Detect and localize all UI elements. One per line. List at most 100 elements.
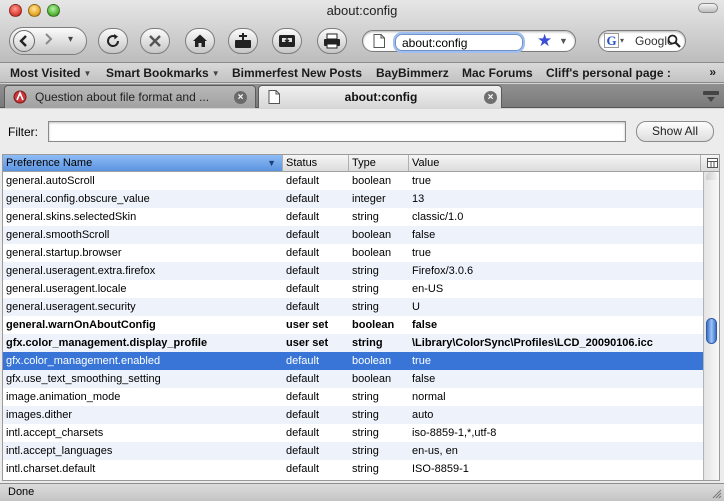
cell-preference-name: intl.accept_charsets [6,427,104,439]
cell-status: default [286,247,320,259]
table-row[interactable]: general.autoScroll default boolean true [3,172,705,190]
bookmark-star-icon[interactable]: ★ [537,31,552,51]
column-header-value[interactable]: Value [409,155,701,171]
column-header-label: Preference Name [6,157,93,169]
cell-value: ISO-8859-1 [412,463,469,475]
stop-button[interactable] [140,28,170,54]
close-tab-icon[interactable]: × [234,91,247,104]
table-row[interactable]: general.skins.selectedSkin default string c… [3,208,705,226]
table-row[interactable]: intl.charset.default default string ISO-885… [3,460,705,478]
column-picker-icon [706,158,718,168]
toolbar-toggle-button[interactable] [698,3,718,13]
home-icon [193,34,207,47]
preferences-table: Preference Name ▼ Status Type Value gene… [2,154,720,481]
table-row[interactable]: images.dither default string auto [3,406,705,424]
cell-value: false [412,319,438,331]
tab-question-about-file-format[interactable]: Question about file format and ... × [4,85,256,108]
table-row[interactable]: general.startup.browser default boolean tru… [3,244,705,262]
status-bar: Done [0,483,724,501]
cell-value: Firefox/3.0.6 [412,265,474,277]
cell-status: user set [286,337,329,349]
table-row[interactable]: gfx.color_management.enabled default boole… [3,352,705,370]
resize-grip-icon[interactable] [711,488,722,499]
vertical-scrollbar[interactable] [703,172,719,480]
new-tab-toolbar-button[interactable] [228,28,258,54]
cell-type: boolean [352,175,392,187]
cell-type: string [352,427,379,439]
scrollbar-thumb[interactable] [706,318,717,344]
cell-value: \Library\ColorSync\Profiles\LCD_20090106… [412,337,653,349]
tray-icon [279,35,295,47]
chevron-down-icon: ▼ [83,69,92,78]
column-picker-button[interactable] [703,155,719,171]
table-row[interactable]: gfx.color_management.display_profile user… [3,334,705,352]
table-row[interactable]: general.config.obscure_value default integ… [3,190,705,208]
cell-value: false [412,229,436,241]
cell-value: 13 [412,193,425,205]
cell-status: default [286,445,320,457]
url-input[interactable]: about:config [395,34,523,51]
search-engine-dropdown[interactable]: ▾ [620,36,624,45]
cell-status: default [286,211,320,223]
table-row[interactable]: intl.accept_languages default string en-us,… [3,442,705,460]
bookmark-mac-forums[interactable]: Mac Forums [462,66,533,80]
reload-button[interactable] [98,28,128,54]
bookmark-label: Most Visited [10,66,81,80]
bookmark-cliffs-page[interactable]: Cliff's personal page : [546,66,671,80]
show-all-button[interactable]: Show All [636,121,714,142]
column-header-status[interactable]: Status [283,155,349,171]
cell-type: boolean [352,247,392,259]
back-button[interactable] [13,30,35,52]
bookmark-smart-bookmarks[interactable]: Smart Bookmarks ▼ [106,66,220,80]
scrollbar-top-cap [706,172,717,180]
history-dropdown-button[interactable]: ▾ [68,34,73,45]
table-row[interactable]: general.useragent.locale default string en-… [3,280,705,298]
reload-icon [107,34,120,47]
save-page-button[interactable] [272,28,302,54]
list-all-tabs-icon[interactable] [702,89,720,103]
column-header-preference-name[interactable]: Preference Name ▼ [3,155,283,171]
bookmark-baybimmerz[interactable]: BayBimmerz [376,66,449,80]
cell-value: true [412,247,431,259]
cell-value: false [412,373,436,385]
add-bookmark-icon [235,33,251,48]
cell-value: en-us, en [412,445,458,457]
table-row[interactable]: image.animation_mode default string normal [3,388,705,406]
table-row[interactable]: general.warnOnAboutConfig user set boolean… [3,316,705,334]
url-bar[interactable]: about:config ★ ▼ [362,30,576,52]
cell-type: string [352,301,379,313]
close-tab-icon[interactable]: × [484,91,497,104]
cell-type: string [352,391,379,403]
print-button[interactable] [317,28,347,54]
cell-preference-name: gfx.color_management.display_profile [6,337,208,349]
url-dropdown-button[interactable]: ▼ [559,36,568,46]
cell-status: user set [286,319,329,331]
stop-icon [149,35,161,47]
column-header-type[interactable]: Type [349,155,409,171]
filter-input[interactable] [48,121,626,142]
table-row[interactable]: general.useragent.extra.firefox default st… [3,262,705,280]
cell-preference-name: general.smoothScroll [6,229,110,241]
forward-button[interactable] [42,33,54,48]
table-row[interactable]: intl.accept_charsets default string iso-885… [3,424,705,442]
bookmark-bimmerfest[interactable]: Bimmerfest New Posts [232,66,362,80]
table-row[interactable]: gfx.use_text_smoothing_setting default boo… [3,370,705,388]
table-row[interactable]: general.smoothScroll default boolean false [3,226,705,244]
search-icon[interactable] [667,34,681,48]
cell-status: default [286,463,320,475]
tab-about-config[interactable]: about:config × [258,85,502,108]
sort-descending-icon: ▼ [267,158,276,168]
tab-bar: Question about file format and ... × abo… [0,84,724,108]
search-bar[interactable]: G ▾ Google [598,30,686,52]
table-row[interactable]: general.useragent.security default string U [3,298,705,316]
cell-preference-name: general.useragent.locale [6,283,127,295]
cell-preference-name: image.animation_mode [6,391,121,403]
cell-type: string [352,265,379,277]
cell-value: classic/1.0 [412,211,464,223]
cell-preference-name: gfx.color_management.enabled [6,355,161,367]
home-button[interactable] [185,28,215,54]
bookmarks-overflow-button[interactable]: » [709,65,716,79]
bookmark-most-visited[interactable]: Most Visited ▼ [10,66,91,80]
google-engine-icon[interactable]: G [604,33,619,48]
cell-type: boolean [352,373,392,385]
